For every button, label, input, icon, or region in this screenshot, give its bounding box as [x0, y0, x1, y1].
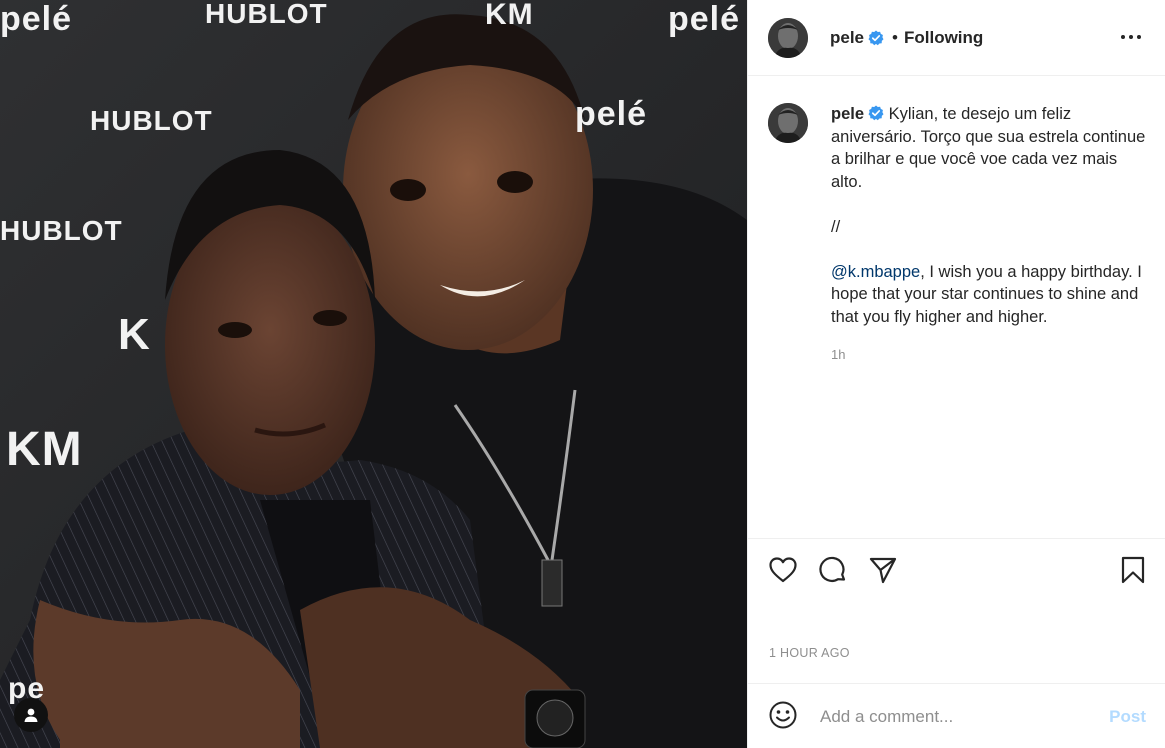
- user-tags-button[interactable]: [14, 698, 48, 732]
- wall-logo-text: KM: [6, 423, 83, 476]
- caption-time[interactable]: 1h: [831, 344, 1148, 367]
- wall-logo-text: HUBLOT: [205, 0, 328, 29]
- caption-username[interactable]: pele: [831, 105, 864, 123]
- post-timestamp[interactable]: 1 HOUR AGO: [769, 646, 850, 660]
- caption-divider: //: [831, 217, 841, 236]
- wall-logo-text: HUBLOT: [0, 215, 123, 246]
- avatar[interactable]: [768, 17, 808, 58]
- caption-text: pele Kylian, te desejo um feliz aniversá…: [831, 103, 1148, 367]
- avatar-image: [768, 103, 808, 143]
- comment-bar: Post: [748, 683, 1165, 748]
- action-bar: [748, 538, 1165, 604]
- caption: pele Kylian, te desejo um feliz aniversá…: [768, 103, 1148, 367]
- caption-english: @k.mbappe, I wish you a happy birthday. …: [831, 261, 1148, 329]
- post-comment-button[interactable]: Post: [1109, 707, 1146, 727]
- heart-icon[interactable]: [768, 555, 798, 585]
- wall-logo-text: KM: [485, 0, 534, 31]
- post-header: pele • Following: [748, 0, 1165, 76]
- user-tag-icon: [24, 708, 38, 722]
- emoji-icon[interactable]: [768, 700, 798, 730]
- verified-badge-icon: [868, 30, 884, 45]
- wall-logo-text: pelé: [0, 0, 73, 38]
- more-options-icon[interactable]: [1120, 26, 1142, 48]
- comment-icon[interactable]: [818, 555, 848, 585]
- wall-logo-text: HUBLOT: [90, 105, 213, 136]
- header-username[interactable]: pele: [830, 28, 864, 48]
- send-icon[interactable]: [868, 555, 898, 585]
- caption-avatar[interactable]: [768, 103, 808, 143]
- wall-logo-text: K: [118, 310, 151, 359]
- verified-badge-icon: [868, 105, 884, 121]
- bookmark-icon[interactable]: [1118, 555, 1148, 585]
- following-button[interactable]: Following: [904, 28, 983, 48]
- wall-logo-text: pelé: [668, 0, 741, 38]
- post-sidebar: pele • Following pele Kylian, te desejo …: [747, 0, 1165, 748]
- post-photo[interactable]: pelé HUBLOT KM pelé HUBLOT pelé HUBLOT K…: [0, 0, 747, 748]
- comment-input[interactable]: [818, 702, 1082, 732]
- mention-link[interactable]: @k.mbappe: [831, 263, 920, 281]
- avatar-image: [768, 17, 808, 58]
- wall-logo-text: pelé: [575, 95, 648, 133]
- separator-dot: •: [892, 27, 898, 47]
